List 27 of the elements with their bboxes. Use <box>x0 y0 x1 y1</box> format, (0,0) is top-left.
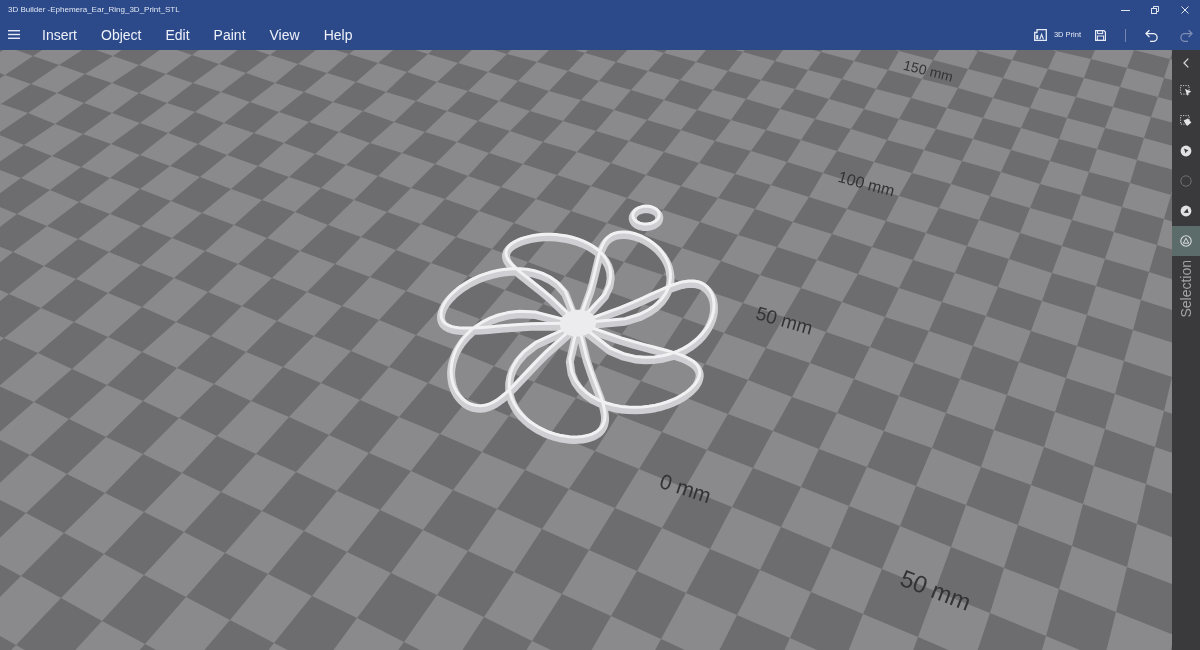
window-title: 3D Builder -Ephemera_Ear_Ring_3D_Print_STL <box>8 5 180 15</box>
menu-item[interactable]: Edit <box>165 26 190 44</box>
ruler-label: 150 mm <box>901 56 955 85</box>
menu-item[interactable]: Object <box>101 26 142 44</box>
menu-button[interactable] <box>8 30 20 40</box>
ruler-label: 0 mm <box>657 469 715 508</box>
dotted-square-icon <box>1180 115 1192 127</box>
circle-icon <box>1180 175 1192 187</box>
restore-icon <box>1151 6 1159 14</box>
redo-icon <box>1180 28 1193 42</box>
menu-icon <box>8 30 20 39</box>
framed-bars-icon <box>1033 29 1047 41</box>
ruler-label: 50 mm <box>753 302 816 339</box>
dotted-square-icon <box>1180 85 1192 97</box>
close-icon <box>1181 6 1189 14</box>
menu-item[interactable]: Help <box>323 26 353 44</box>
menu-item[interactable]: Insert <box>42 26 77 44</box>
minimize-icon <box>1120 9 1130 11</box>
menu-item[interactable]: Paint <box>213 26 246 44</box>
menu-item[interactable]: View <box>269 26 300 44</box>
circle-triangle-icon <box>1180 235 1192 247</box>
panel-title: Selection <box>1178 260 1194 318</box>
ruler-label: 50 mm <box>896 564 975 616</box>
undo-icon <box>1145 28 1158 42</box>
chevron-left-icon <box>1183 58 1189 68</box>
save-icon <box>1095 29 1106 41</box>
ruler-label: 100 mm <box>836 168 897 200</box>
